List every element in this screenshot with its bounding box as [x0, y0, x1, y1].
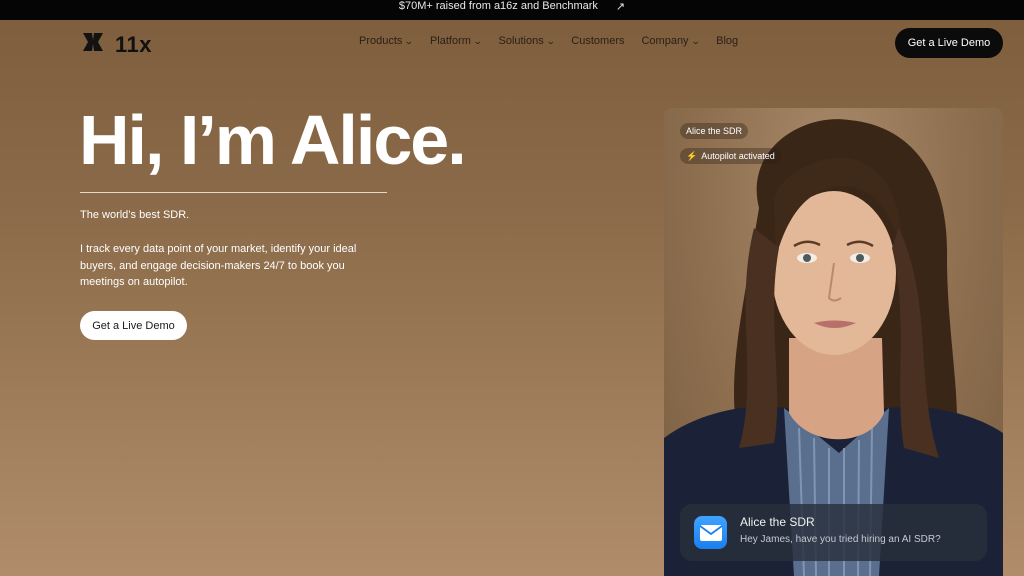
- nav-item-solutions[interactable]: Solutions ⌄: [498, 35, 556, 47]
- top-navigation: 11x Products ⌄ Platform ⌄ Solutions ⌄ Custo…: [0, 20, 1024, 66]
- hero-demo-button[interactable]: Get a Live Demo: [80, 311, 187, 340]
- nav-label: Company: [641, 35, 689, 47]
- external-arrow-icon: ↗: [615, 0, 626, 13]
- nav-item-platform[interactable]: Platform ⌄: [429, 35, 483, 47]
- logo[interactable]: 11x: [80, 31, 152, 58]
- logo-wordmark: 11x: [115, 31, 152, 57]
- nav-label: Platform: [429, 35, 471, 47]
- hero-divider: [80, 192, 387, 193]
- hero-title: Hi, I’m Alice.: [79, 101, 467, 179]
- agent-card: Alice the SDR ⚡ Autopilot activated Alic…: [664, 108, 1003, 576]
- nav-demo-button[interactable]: Get a Live Demo: [895, 28, 1003, 58]
- chevron-down-icon: ⌄: [690, 35, 701, 46]
- nav-label: Customers: [571, 35, 625, 47]
- hero-description: I track every data point of your market,…: [80, 243, 357, 288]
- notification-title: Alice the SDR: [740, 515, 815, 529]
- chevron-down-icon: ⌄: [404, 35, 415, 46]
- lightning-icon: ⚡: [686, 150, 698, 161]
- nav-label: Solutions: [498, 35, 544, 47]
- chevron-down-icon: ⌄: [472, 35, 483, 46]
- chevron-down-icon: ⌄: [545, 35, 556, 46]
- email-notification[interactable]: Alice the SDR Hey James, have you tried …: [680, 504, 987, 561]
- nav-label: Products: [359, 35, 403, 47]
- status-badge: ⚡ Autopilot activated: [680, 148, 781, 164]
- agent-name-chip: Alice the SDR: [680, 123, 749, 139]
- agent-name-chip-label: Alice the SDR: [686, 126, 743, 136]
- notification-message: Hey James, have you tried hiring an AI S…: [740, 534, 941, 545]
- nav-item-customers[interactable]: Customers: [571, 35, 624, 47]
- hero-tagline: The world’s best SDR.: [80, 209, 190, 221]
- mail-icon: [694, 516, 727, 549]
- announcement-text[interactable]: $70M+ raised from a16z and Benchmark: [399, 0, 598, 12]
- nav-item-products[interactable]: Products ⌄: [359, 35, 415, 47]
- nav-item-company[interactable]: Company ⌄: [641, 35, 701, 47]
- status-badge-label: Autopilot activated: [701, 151, 775, 161]
- main-menu: Products ⌄ Platform ⌄ Solutions ⌄ Customers…: [359, 35, 755, 47]
- nav-item-blog[interactable]: Blog: [716, 35, 738, 47]
- nav-label: Blog: [716, 35, 739, 47]
- logo-icon: [80, 31, 106, 58]
- announcement-bar[interactable]: $70M+ raised from a16z and Benchmark ↗: [0, 0, 1024, 20]
